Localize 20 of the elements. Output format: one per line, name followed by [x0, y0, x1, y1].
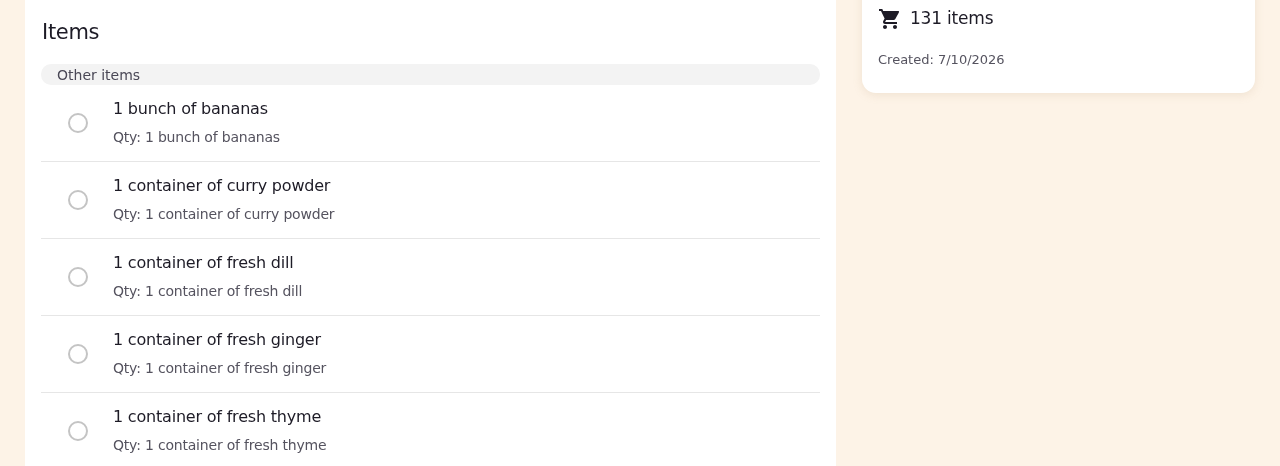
item-name: 1 bunch of bananas [113, 98, 269, 120]
cart-icon [878, 6, 902, 31]
item-quantity: Qty: 1 container of fresh dill [113, 282, 303, 301]
item-name: 1 container of fresh ginger [113, 329, 322, 351]
item-name: 1 container of fresh thyme [113, 406, 323, 428]
item-name: 1 container of curry powder [113, 175, 332, 197]
item-count: 131 items [910, 7, 994, 30]
created-date: Created: 7/10/2026 [878, 50, 1006, 69]
checkbox[interactable] [68, 189, 88, 210]
item-quantity: Qty: 1 container of fresh ginger [113, 359, 327, 378]
group-header: Other items [41, 63, 820, 85]
checkbox[interactable] [68, 343, 88, 364]
item-quantity: Qty: 1 bunch of bananas [113, 128, 280, 147]
item-quantity: Qty: 1 container of curry powder [113, 205, 335, 224]
item-quantity: Qty: 1 container of fresh thyme [113, 436, 327, 455]
checkbox[interactable] [68, 420, 88, 441]
checkbox[interactable] [68, 112, 88, 133]
checkbox[interactable] [68, 266, 88, 287]
section-title: Items [42, 19, 101, 46]
item-name: 1 container of fresh dill [113, 252, 295, 274]
